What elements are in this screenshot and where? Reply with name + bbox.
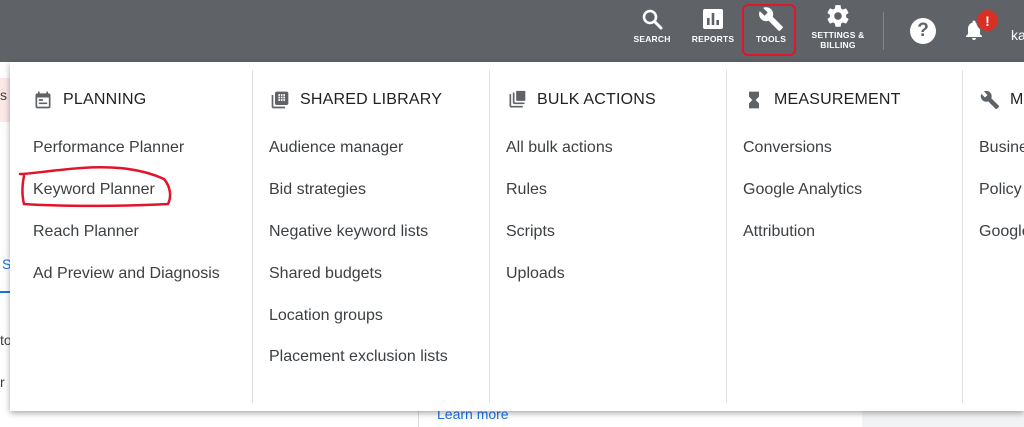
tools-annotation-box [742, 4, 796, 56]
account-name[interactable]: ka [1011, 27, 1024, 43]
settings-billing-button[interactable]: SETTINGS & BILLING [808, 2, 868, 50]
column-heading-measurement: MEASUREMENT [743, 89, 901, 111]
column-heading-bulk-actions: BULK ACTIONS [506, 89, 656, 111]
menu-item-google-merchant[interactable]: Google [979, 223, 1024, 241]
menu-item-performance-planner[interactable]: Performance Planner [33, 139, 184, 157]
background-card-edge [418, 410, 419, 427]
menu-item-google-analytics[interactable]: Google Analytics [743, 181, 862, 199]
menu-column-planning: PLANNING Performance Planner Keyword Pla… [10, 62, 252, 403]
menu-item-all-bulk-actions[interactable]: All bulk actions [506, 139, 613, 157]
menu-item-placement-exclusion-lists[interactable]: Placement exclusion lists [269, 348, 448, 366]
wrench-icon [979, 89, 1001, 111]
menu-item-negative-keyword-lists[interactable]: Negative keyword lists [269, 223, 428, 241]
tools-menu: PLANNING Performance Planner Keyword Pla… [10, 62, 1024, 411]
menu-column-bulk-actions: BULK ACTIONS All bulk actions Rules Scri… [490, 62, 726, 403]
menu-item-policy-manager[interactable]: Policy [979, 181, 1022, 199]
topbar-divider [883, 12, 884, 50]
library-grid-icon [269, 89, 291, 111]
menu-column-measurement: MEASUREMENT Conversions Google Analytics… [727, 62, 963, 403]
calendar-icon [32, 89, 54, 111]
alert-badge: ! [976, 9, 999, 32]
settings-label-line1: SETTINGS & [811, 30, 865, 40]
search-icon [640, 4, 664, 34]
reports-label: REPORTS [691, 34, 735, 44]
menu-item-keyword-planner[interactable]: Keyword Planner [33, 181, 155, 199]
menu-item-uploads[interactable]: Uploads [506, 265, 565, 283]
search-button[interactable]: SEARCH [632, 4, 672, 44]
gear-icon [825, 2, 851, 30]
search-label: SEARCH [633, 34, 671, 44]
column-heading-shared-library: SHARED LIBRARY [269, 89, 442, 111]
menu-item-conversions[interactable]: Conversions [743, 139, 832, 157]
background-panel [862, 410, 1024, 427]
bar-chart-icon [701, 4, 725, 34]
background-text-fragment: s [0, 87, 7, 103]
background-text-fragment: r [0, 374, 5, 390]
menu-item-bid-strategies[interactable]: Bid strategies [269, 181, 366, 199]
menu-item-rules[interactable]: Rules [506, 181, 547, 199]
reports-button[interactable]: REPORTS [690, 4, 736, 44]
top-navigation-bar: SEARCH REPORTS TOOLS SETTINGS & BILLING … [0, 0, 1024, 62]
menu-item-audience-manager[interactable]: Audience manager [269, 139, 403, 157]
menu-column-partial: M Busine Policy Google [963, 62, 1024, 403]
settings-label-line2: BILLING [820, 40, 856, 50]
menu-item-reach-planner[interactable]: Reach Planner [33, 223, 139, 241]
menu-item-scripts[interactable]: Scripts [506, 223, 555, 241]
column-heading-planning: PLANNING [32, 89, 146, 111]
background-tab-indicator [0, 291, 10, 293]
menu-item-attribution[interactable]: Attribution [743, 223, 815, 241]
menu-column-shared-library: SHARED LIBRARY Audience manager Bid stra… [253, 62, 489, 403]
help-icon[interactable]: ? [910, 18, 936, 44]
column-heading-partial: M [979, 89, 1024, 111]
menu-item-ad-preview-diagnosis[interactable]: Ad Preview and Diagnosis [33, 265, 220, 283]
menu-item-shared-budgets[interactable]: Shared budgets [269, 265, 382, 283]
menu-item-business-data[interactable]: Busine [979, 139, 1024, 157]
menu-item-location-groups[interactable]: Location groups [269, 307, 383, 325]
hourglass-icon [743, 89, 765, 111]
stacked-copies-icon [506, 89, 528, 111]
